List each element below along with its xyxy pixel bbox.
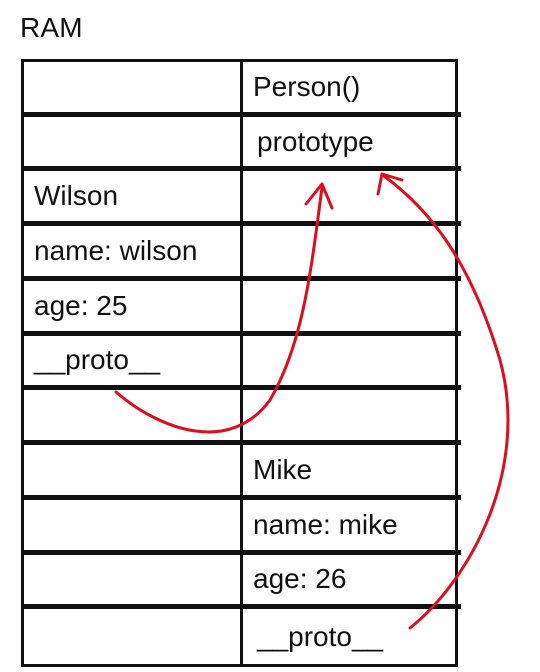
cell-right-2 <box>243 171 461 227</box>
cell-left-6 <box>24 390 243 446</box>
memory-table: Person() prototype Wilson name: wilson a… <box>21 59 461 667</box>
cell-right-1: prototype <box>243 117 461 172</box>
cell-left-4: age: 25 <box>24 280 243 336</box>
cell-left-8 <box>24 499 243 555</box>
cell-left-1 <box>24 116 243 172</box>
cell-left-0 <box>24 62 243 117</box>
cell-right-4 <box>243 281 461 336</box>
cell-right-6 <box>243 390 461 446</box>
cell-right-8: name: mike <box>243 500 461 555</box>
cell-right-7: Mike <box>243 445 461 500</box>
cell-right-10: __proto__ <box>257 620 384 652</box>
cell-left-9 <box>24 554 243 610</box>
cell-left-10 <box>24 609 243 664</box>
cell-right-0: Person() <box>243 62 461 117</box>
cell-left-5: __proto__ <box>24 335 243 391</box>
cell-right-5 <box>243 336 461 391</box>
cell-left-7 <box>24 445 243 500</box>
diagram-title: RAM <box>20 12 83 43</box>
cell-left-3: name: wilson <box>24 226 243 281</box>
cell-right-3 <box>243 226 461 281</box>
cell-left-2: Wilson <box>24 171 243 227</box>
cell-right-9: age: 26 <box>243 555 461 610</box>
